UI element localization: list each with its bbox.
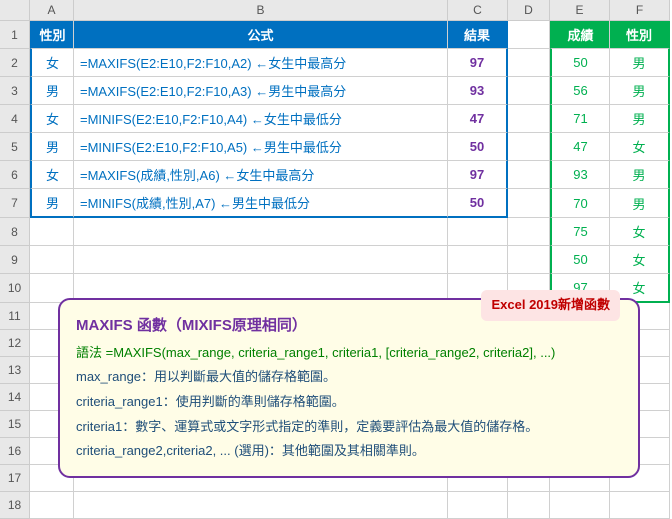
- row-4[interactable]: 4: [0, 105, 30, 133]
- cell-C8[interactable]: [448, 218, 508, 246]
- cell-A7[interactable]: 男: [30, 189, 74, 218]
- col-E[interactable]: E: [550, 0, 610, 21]
- info-line1: max_range：用以判斷最大值的儲存格範圍。: [76, 365, 622, 390]
- col-D[interactable]: D: [508, 0, 550, 21]
- row-6[interactable]: 6: [0, 161, 30, 189]
- cell-D7[interactable]: [508, 189, 550, 218]
- info-line3: criteria1：數字、運算式或文字形式指定的準則，定義要評估為最大值的儲存格…: [76, 415, 622, 440]
- col-B[interactable]: B: [74, 0, 448, 21]
- cell-D2[interactable]: [508, 49, 550, 77]
- row-12[interactable]: 12: [0, 330, 30, 357]
- cell-C9[interactable]: [448, 246, 508, 274]
- col-A[interactable]: A: [30, 0, 74, 21]
- corner[interactable]: [0, 0, 30, 21]
- row-1[interactable]: 1: [0, 21, 30, 49]
- hdr-score[interactable]: 成績: [550, 21, 610, 49]
- cell-E7[interactable]: 70: [550, 189, 610, 218]
- cell-D3[interactable]: [508, 77, 550, 105]
- cell-A4[interactable]: 女: [30, 105, 74, 133]
- cell-C5[interactable]: 50: [448, 133, 508, 161]
- cell-C7[interactable]: 50: [448, 189, 508, 218]
- cell-B3[interactable]: =MAXIFS(E2:E10,F2:F10,A3) ←男生中最高分: [74, 77, 448, 105]
- row-2[interactable]: 2: [0, 49, 30, 77]
- cell-F8[interactable]: 女: [610, 218, 670, 246]
- row-18[interactable]: 18: [0, 492, 30, 519]
- cell-E6[interactable]: 93: [550, 161, 610, 189]
- hdr-result[interactable]: 結果: [448, 21, 508, 49]
- col-C[interactable]: C: [448, 0, 508, 21]
- cell-B9[interactable]: [74, 246, 448, 274]
- row-10[interactable]: 10: [0, 274, 30, 303]
- cell-F4[interactable]: 男: [610, 105, 670, 133]
- row-13[interactable]: 13: [0, 357, 30, 384]
- info-line2: criteria_range1：使用判斷的準則儲存格範圍。: [76, 390, 622, 415]
- row-3[interactable]: 3: [0, 77, 30, 105]
- cell-F9[interactable]: 女: [610, 246, 670, 274]
- row-15[interactable]: 15: [0, 411, 30, 438]
- cell-F3[interactable]: 男: [610, 77, 670, 105]
- new-badge: Excel 2019新增函數: [481, 290, 620, 321]
- cell-D1[interactable]: [508, 21, 550, 49]
- cell-D6[interactable]: [508, 161, 550, 189]
- cell-D4[interactable]: [508, 105, 550, 133]
- hdr-formula[interactable]: 公式: [74, 21, 448, 49]
- row-17[interactable]: 17: [0, 465, 30, 492]
- cell-E2[interactable]: 50: [550, 49, 610, 77]
- row-11[interactable]: 11: [0, 303, 30, 330]
- cell-A2[interactable]: 女: [30, 49, 74, 77]
- cell-B6[interactable]: =MAXIFS(成績,性別,A6) ←女生中最高分: [74, 161, 448, 189]
- cell-C2[interactable]: 97: [448, 49, 508, 77]
- hdr-gender[interactable]: 性別: [30, 21, 74, 49]
- cell-E8[interactable]: 75: [550, 218, 610, 246]
- row-5[interactable]: 5: [0, 133, 30, 161]
- cell-A5[interactable]: 男: [30, 133, 74, 161]
- cell-D8[interactable]: [508, 218, 550, 246]
- row-9[interactable]: 9: [0, 246, 30, 274]
- cell-D5[interactable]: [508, 133, 550, 161]
- cell-A8[interactable]: [30, 218, 74, 246]
- cell-C6[interactable]: 97: [448, 161, 508, 189]
- cell-B7[interactable]: =MINIFS(成績,性別,A7) ←男生中最低分: [74, 189, 448, 218]
- col-F[interactable]: F: [610, 0, 670, 21]
- cell-E9[interactable]: 50: [550, 246, 610, 274]
- cell-A9[interactable]: [30, 246, 74, 274]
- cell-B4[interactable]: =MINIFS(E2:E10,F2:F10,A4) ←女生中最低分: [74, 105, 448, 133]
- cell-C4[interactable]: 47: [448, 105, 508, 133]
- cell-F5[interactable]: 女: [610, 133, 670, 161]
- cell-E4[interactable]: 71: [550, 105, 610, 133]
- cell-A3[interactable]: 男: [30, 77, 74, 105]
- cell-B2[interactable]: =MAXIFS(E2:E10,F2:F10,A2) ←女生中最高分: [74, 49, 448, 77]
- cell-C3[interactable]: 93: [448, 77, 508, 105]
- info-line4: criteria_range2,criteria2, ... (選用)：其他範圍…: [76, 439, 622, 464]
- info-syntax: 語法 =MAXIFS(max_range, criteria_range1, c…: [76, 341, 622, 366]
- cell-A6[interactable]: 女: [30, 161, 74, 189]
- info-callout: Excel 2019新增函數 MAXIFS 函數（MIXIFS原理相同） 語法 …: [58, 298, 640, 478]
- row-16[interactable]: 16: [0, 438, 30, 465]
- cell-B5[interactable]: =MINIFS(E2:E10,F2:F10,A5) ←男生中最低分: [74, 133, 448, 161]
- cell-F6[interactable]: 男: [610, 161, 670, 189]
- row-8[interactable]: 8: [0, 218, 30, 246]
- hdr-gender2[interactable]: 性別: [610, 21, 670, 49]
- cell-E3[interactable]: 56: [550, 77, 610, 105]
- cell-D9[interactable]: [508, 246, 550, 274]
- cell-B8[interactable]: [74, 218, 448, 246]
- row-7[interactable]: 7: [0, 189, 30, 218]
- row-14[interactable]: 14: [0, 384, 30, 411]
- cell-F2[interactable]: 男: [610, 49, 670, 77]
- cell-E5[interactable]: 47: [550, 133, 610, 161]
- cell-F7[interactable]: 男: [610, 189, 670, 218]
